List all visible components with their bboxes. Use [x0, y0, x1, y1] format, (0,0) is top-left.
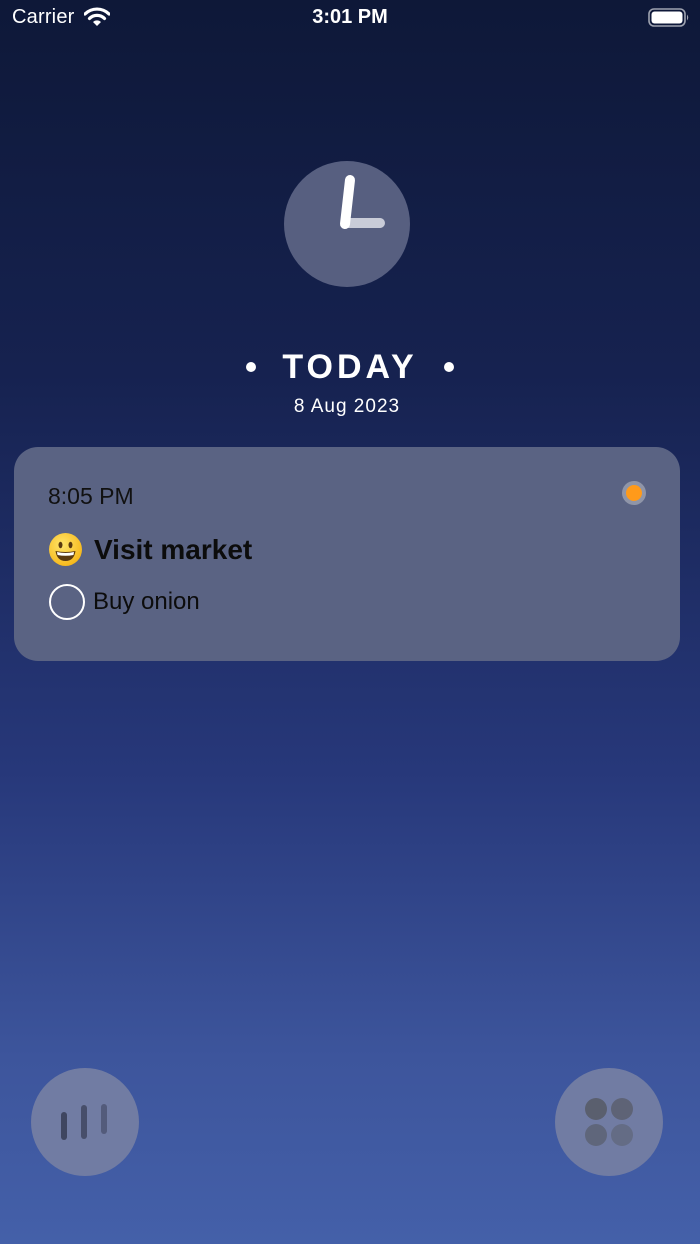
clock-icon	[284, 161, 410, 287]
status-time: 3:01 PM	[312, 6, 388, 28]
battery-icon	[648, 8, 689, 27]
subtask-label: Buy onion	[93, 588, 200, 615]
today-label: TODAY	[282, 347, 418, 386]
task-time: 8:05 PM	[48, 483, 134, 509]
status-bar: Carrier 3:01 PM	[0, 0, 700, 36]
today-heading: TODAY	[0, 345, 700, 389]
stats-button[interactable]	[31, 1068, 139, 1176]
date-label: 8 Aug 2023	[293, 396, 401, 417]
task-title-row: Visit market	[49, 533, 252, 566]
left-dot	[246, 362, 257, 372]
task-title: Visit market	[94, 533, 253, 565]
menu-button[interactable]	[555, 1068, 663, 1176]
task-status-dot	[622, 481, 646, 505]
grinning-face-icon	[49, 533, 82, 566]
status-dot-fill	[626, 485, 642, 501]
task-card[interactable]: 8:05 PM Visit market Buy onion	[14, 447, 680, 661]
subtask-checkbox[interactable]	[49, 584, 85, 620]
grid-dots-icon	[585, 1098, 633, 1146]
right-dot	[443, 362, 454, 372]
subtask-item[interactable]: Buy onion	[49, 584, 200, 620]
bars-icon	[61, 1104, 107, 1140]
